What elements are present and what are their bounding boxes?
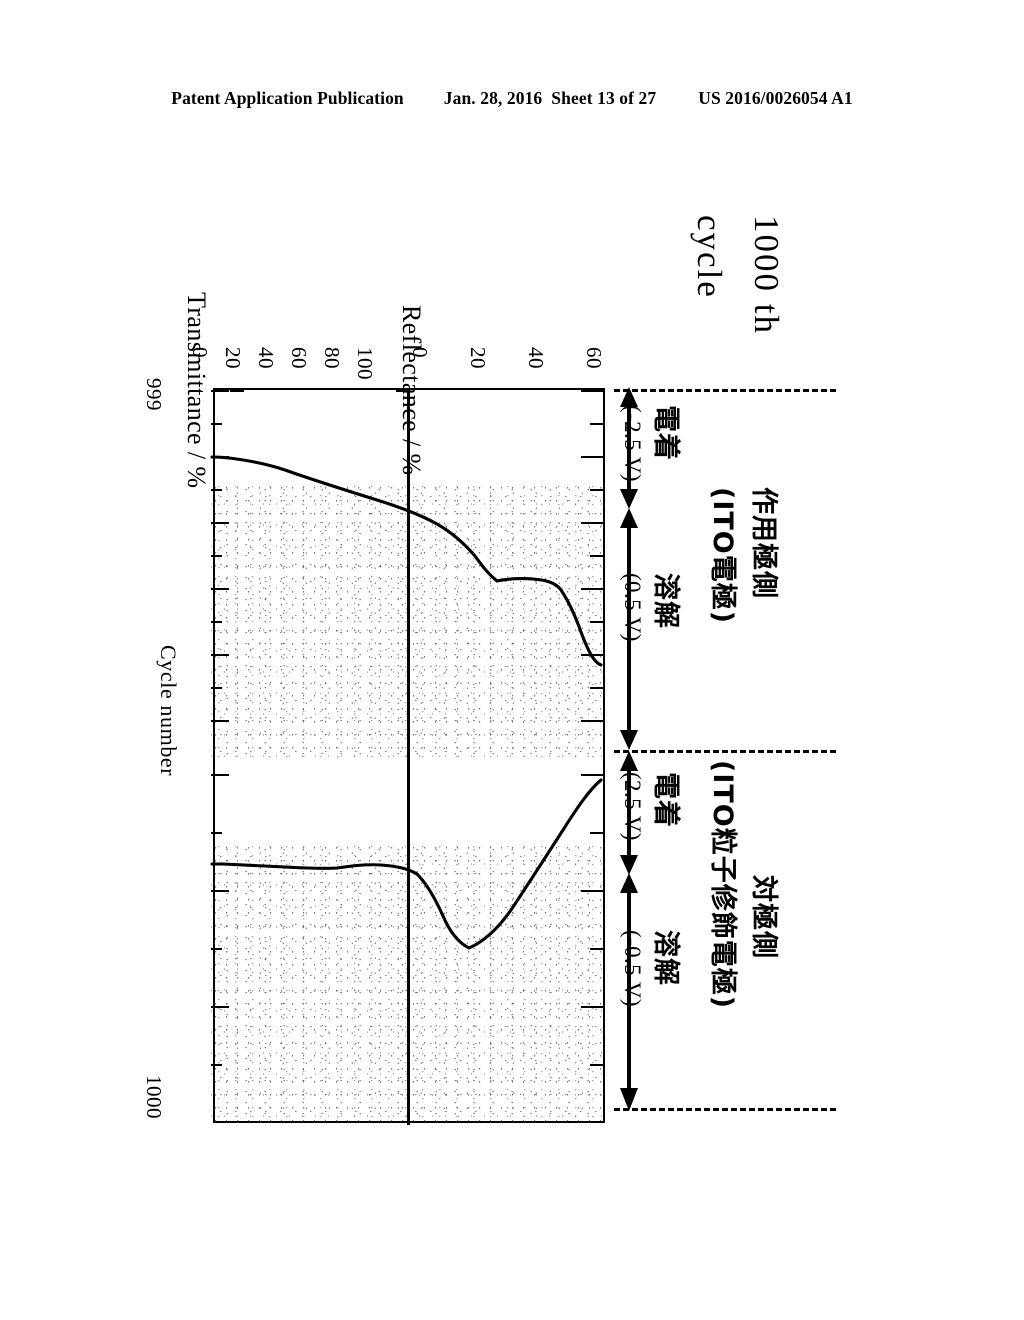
transmittance-tick-label: 80 — [320, 347, 344, 369]
transmittance-tick-label: 40 — [254, 347, 278, 369]
arrow-head-up — [620, 508, 638, 528]
arrow-head-up — [620, 873, 638, 893]
counter-dissolution-voltage: (-0.5 V) — [620, 930, 645, 1007]
working-deposition-label: 電着 — [650, 405, 681, 461]
counter-deposition-voltage: (2.5 V) — [620, 772, 645, 841]
transmittance-tick-label: 100 — [353, 347, 377, 380]
figure-title-line1: 1000 th — [747, 215, 786, 335]
transmittance-tick-label: 0 — [188, 347, 212, 358]
counter-electrode-label: 対極側 — [748, 875, 779, 959]
cycle-number-tick-label: 999 — [142, 378, 166, 411]
transmittance-axis-title: Transmittance / % — [182, 292, 211, 489]
arrow-head-down — [620, 489, 638, 509]
reflectance-tick-label: 60 — [582, 347, 606, 369]
cycle-number-tick-label: 1000 — [142, 1075, 166, 1119]
reflectance-curve — [210, 778, 603, 950]
working-electrode-label: 作用極側 — [748, 487, 779, 599]
transmittance-tick-label: 20 — [221, 347, 245, 369]
counter-dissolution-label: 溶解 — [650, 930, 681, 986]
arrow-head-up — [620, 751, 638, 771]
figure-canvas: 1000 th cycle Transmittance / % Reflecta… — [0, 0, 1024, 1320]
transmittance-tick-label: 60 — [287, 347, 311, 369]
working-dissolution-voltage: (0.5 V) — [620, 573, 645, 642]
arrow-head-up — [620, 387, 638, 407]
leader-line-middle — [614, 750, 836, 753]
reflectance-tick-label: 0 — [408, 347, 432, 358]
counter-electrode-sublabel: (ITO粒子修飾電極) — [707, 760, 738, 1010]
plot-frame — [210, 388, 605, 1125]
working-electrode-sublabel: (ITO電極) — [707, 487, 738, 625]
reflectance-axis-title: Reflectance / % — [397, 305, 426, 476]
working-deposition-voltage: (-2.5 V) — [620, 405, 645, 482]
arrow-head-down — [620, 855, 638, 875]
reflectance-tick-label: 40 — [524, 347, 548, 369]
reflectance-tick-label: 20 — [466, 347, 490, 369]
chart-curves — [210, 455, 603, 950]
arrow-head-down — [620, 1088, 638, 1111]
leader-line-top — [614, 389, 836, 392]
annotation-arrow-bracket — [620, 387, 638, 1111]
leader-line-bottom — [614, 1108, 836, 1111]
figure-title-line2: cycle — [690, 215, 729, 299]
transmittance-curve — [210, 455, 603, 667]
cycle-number-axis-title: Cycle number — [156, 645, 181, 777]
working-dissolution-label: 溶解 — [650, 573, 681, 629]
arrow-head-down — [620, 730, 638, 750]
counter-deposition-label: 電着 — [650, 772, 681, 828]
chart-plot-area — [210, 388, 605, 1125]
